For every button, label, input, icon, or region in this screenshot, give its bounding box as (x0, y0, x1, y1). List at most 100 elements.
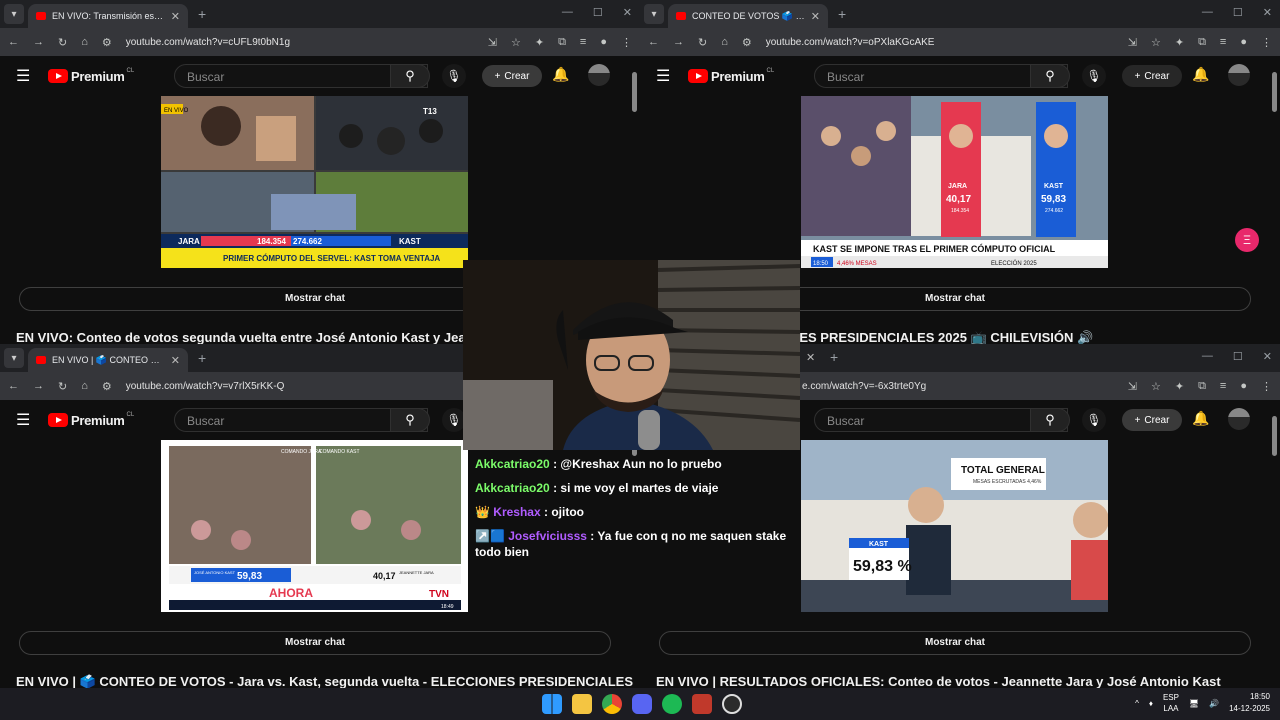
avatar[interactable] (1228, 64, 1250, 86)
maximize-icon[interactable]: ☐ (593, 6, 603, 19)
video-player[interactable]: EN VIVO T13 JARA 184.354 274.662 KAST PR… (161, 96, 468, 268)
install-icon[interactable]: ⇲ (1128, 380, 1137, 393)
clock[interactable]: 18:50 14-12-2025 (1229, 691, 1270, 715)
maximize-icon[interactable]: ☐ (1233, 6, 1243, 19)
youtube-premium-logo[interactable]: Premium CL (48, 68, 134, 84)
minimize-icon[interactable]: — (1202, 350, 1213, 363)
avatar[interactable] (588, 64, 610, 86)
channel-badge-icon[interactable]: Ξ (1235, 228, 1259, 252)
tray-app-icon[interactable]: ♦ (1149, 699, 1153, 708)
create-button[interactable]: + Crear (1122, 65, 1182, 87)
notifications-bell-icon[interactable]: 🔔 (1192, 66, 1209, 83)
new-tab-icon[interactable]: + (830, 349, 838, 365)
create-button[interactable]: + Crear (1122, 409, 1182, 431)
search-icon[interactable]: ⚲ (1030, 408, 1070, 432)
new-tab-icon[interactable]: + (838, 6, 846, 22)
minimize-icon[interactable]: — (1202, 6, 1213, 19)
home-icon[interactable]: ⌂ (721, 36, 728, 48)
kebab-menu-icon[interactable]: ⋮ (621, 36, 632, 49)
video-app-icon[interactable] (692, 694, 712, 714)
bookmark-star-icon[interactable]: ☆ (1151, 36, 1161, 49)
url-field[interactable]: e.com/watch?v=-6x3trte0Yg (802, 381, 1114, 392)
puzzle-icon[interactable]: ⧉ (558, 36, 566, 49)
url-field[interactable]: youtube.com/watch?v=oPXlaKGcAKE (766, 37, 1114, 48)
minimize-icon[interactable]: — (562, 6, 573, 19)
start-windows-icon[interactable] (542, 694, 562, 714)
hamburger-menu-icon[interactable]: ☰ (656, 66, 680, 86)
forward-icon[interactable]: → (33, 380, 44, 392)
show-chat-button[interactable]: Mostrar chat (19, 631, 611, 655)
tab-search-icon[interactable]: ▾ (4, 348, 24, 368)
close-tab-icon[interactable]: ✕ (171, 10, 180, 23)
kebab-menu-icon[interactable]: ⋮ (1261, 380, 1272, 393)
bookmark-star-icon[interactable]: ☆ (1151, 380, 1161, 393)
profile-icon[interactable]: ● (1240, 36, 1247, 48)
avatar[interactable] (1228, 408, 1250, 430)
puzzle-icon[interactable]: ⧉ (1198, 380, 1206, 393)
chrome-icon[interactable] (602, 694, 622, 714)
url-field[interactable]: youtube.com/watch?v=cUFL9t0bN1g (126, 37, 474, 48)
network-icon[interactable]: 🖥 (1189, 699, 1199, 708)
language-indicator[interactable]: ESP LAA (1163, 692, 1179, 714)
scrollbar[interactable] (1272, 416, 1277, 456)
youtube-premium-logo[interactable]: Premium CL (48, 412, 134, 428)
site-info-icon[interactable]: ⚙ (742, 36, 752, 49)
profile-icon[interactable]: ● (1240, 380, 1247, 392)
scrollbar[interactable] (632, 72, 637, 112)
new-tab-icon[interactable]: + (198, 6, 206, 22)
tab-search-icon[interactable]: ▾ (4, 4, 24, 24)
back-icon[interactable]: ← (8, 380, 19, 392)
microphone-icon[interactable]: 🎙 (1082, 64, 1106, 88)
search-icon[interactable]: ⚲ (390, 408, 430, 432)
site-info-icon[interactable]: ⚙ (102, 36, 112, 49)
reload-icon[interactable]: ↻ (58, 36, 67, 49)
file-explorer-icon[interactable] (572, 694, 592, 714)
volume-icon[interactable]: 🔊 (1209, 699, 1219, 708)
youtube-premium-logo[interactable]: Premium CL (688, 68, 774, 84)
browser-tab[interactable]: EN VIVO | 🗳️ CONTEO DE VOT ✕ (28, 348, 188, 372)
microphone-icon[interactable]: 🎙 (442, 64, 466, 88)
video-player[interactable]: JARA 40,17 184.354 KAST 59,83 274.662 KA… (801, 96, 1108, 268)
close-tab-icon[interactable]: ✕ (811, 10, 820, 23)
maximize-icon[interactable]: ☐ (1233, 350, 1243, 363)
home-icon[interactable]: ⌂ (81, 380, 88, 392)
puzzle-icon[interactable]: ⧉ (1198, 36, 1206, 49)
close-tab-icon[interactable]: ✕ (171, 354, 180, 367)
install-icon[interactable]: ⇲ (1128, 36, 1137, 49)
show-chat-button[interactable]: Mostrar chat (659, 631, 1251, 655)
notifications-bell-icon[interactable]: 🔔 (552, 66, 569, 83)
media-icon[interactable]: ≡ (1220, 36, 1226, 48)
extension-icon[interactable]: ✦ (1175, 36, 1184, 49)
scrollbar[interactable] (1272, 72, 1277, 112)
search-icon[interactable]: ⚲ (390, 64, 430, 88)
discord-icon[interactable] (632, 694, 652, 714)
obs-icon[interactable] (722, 694, 742, 714)
spotify-icon[interactable] (662, 694, 682, 714)
browser-tab[interactable]: EN VIVO: Transmisión especial, ... ✕ (28, 4, 188, 28)
reload-icon[interactable]: ↻ (58, 380, 67, 393)
forward-icon[interactable]: → (673, 36, 684, 48)
search-icon[interactable]: ⚲ (1030, 64, 1070, 88)
media-icon[interactable]: ≡ (580, 36, 586, 48)
hamburger-menu-icon[interactable]: ☰ (16, 410, 40, 430)
close-window-icon[interactable]: ✕ (623, 6, 632, 19)
extension-icon[interactable]: ✦ (1175, 380, 1184, 393)
back-icon[interactable]: ← (648, 36, 659, 48)
close-tab-icon[interactable]: ✕ (806, 351, 815, 364)
forward-icon[interactable]: → (33, 36, 44, 48)
close-window-icon[interactable]: ✕ (1263, 6, 1272, 19)
tab-search-icon[interactable]: ▾ (644, 4, 664, 24)
create-button[interactable]: + Crear (482, 65, 542, 87)
profile-icon[interactable]: ● (600, 36, 607, 48)
install-icon[interactable]: ⇲ (488, 36, 497, 49)
bookmark-star-icon[interactable]: ☆ (511, 36, 521, 49)
microphone-icon[interactable]: 🎙 (1082, 408, 1106, 432)
home-icon[interactable]: ⌂ (81, 36, 88, 48)
back-icon[interactable]: ← (8, 36, 19, 48)
new-tab-icon[interactable]: + (198, 350, 206, 366)
video-player[interactable]: TOTAL GENERAL MESAS ESCRUTADAS 4,46% KAS… (801, 440, 1108, 612)
close-window-icon[interactable]: ✕ (1263, 350, 1272, 363)
media-icon[interactable]: ≡ (1220, 380, 1226, 392)
video-player[interactable]: COMANDO JARA COMANDO KAST JOSÉ ANTONIO K… (161, 440, 468, 612)
browser-tab[interactable]: CONTEO DE VOTOS 🗳️ EN ✕ (668, 4, 828, 28)
